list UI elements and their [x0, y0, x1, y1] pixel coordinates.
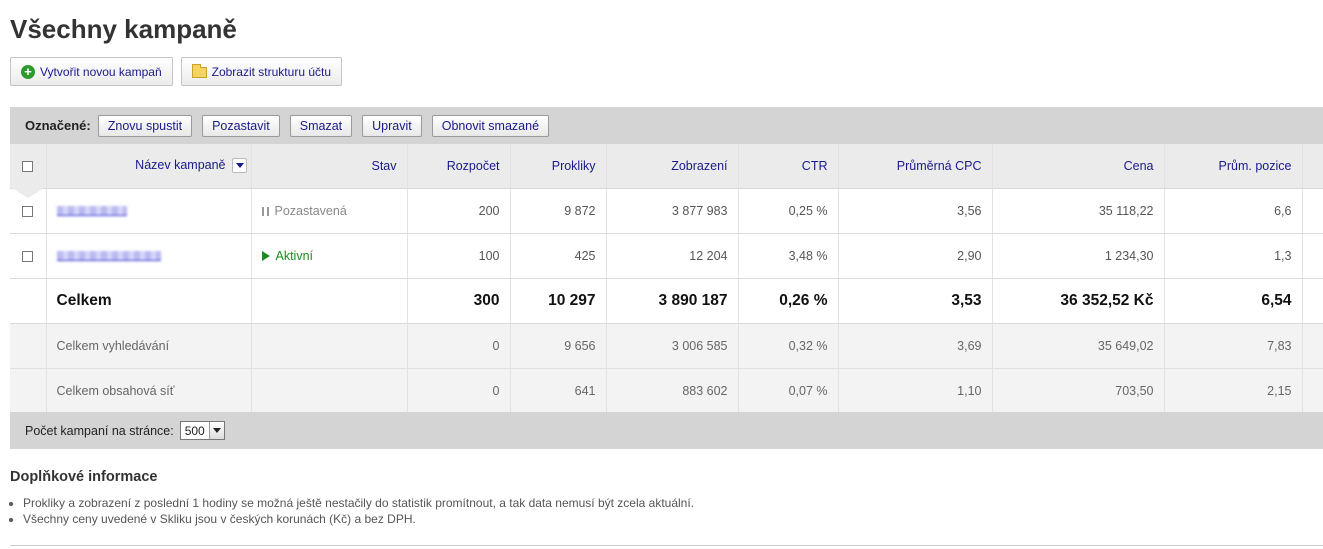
select-all-cell: [10, 144, 47, 198]
state-cell: Pozastavená: [251, 188, 408, 234]
row-checkbox[interactable]: [22, 250, 34, 262]
search-total-row: Celkem vyhledávání 0 9 656 3 006 585 0,3…: [10, 323, 1323, 369]
content-position: 2,15: [1164, 368, 1303, 414]
search-impressions: 3 006 585: [606, 323, 739, 369]
create-campaign-button[interactable]: + Vytvořit novou kampaň: [10, 57, 173, 86]
pause-icon: [261, 206, 269, 216]
selection-toolbar: Označené: Znovu spustit Pozastavit Smaza…: [10, 107, 1323, 144]
cpc-cell: 2,90: [838, 233, 993, 279]
info-title: Doplňkové informace: [10, 469, 158, 485]
col-state[interactable]: Stav: [251, 144, 408, 189]
search-cost: 35 649,02: [992, 323, 1165, 369]
campaign-link[interactable]: [56, 206, 127, 217]
cost-cell: 35 118,22: [992, 188, 1165, 234]
total-clicks: 10 297: [510, 278, 607, 324]
row-checkbox[interactable]: [22, 205, 34, 217]
content-budget: 0: [407, 368, 511, 414]
budget-cell: 200: [407, 188, 511, 234]
plus-circle-icon: +: [21, 64, 35, 79]
table-header: Název kampaně Stav Rozpočet Prokliky Zob…: [10, 144, 1323, 198]
delete-button[interactable]: Smazat: [289, 114, 353, 137]
edit-button[interactable]: Upravit: [362, 114, 422, 137]
cpc-cell: 3,56: [838, 188, 993, 234]
budget-cell: 100: [407, 233, 511, 279]
impressions-cell: 3 877 983: [606, 188, 739, 234]
header-end: [1302, 144, 1323, 189]
content-cpc: 1,10: [838, 368, 993, 414]
content-total-row: Celkem obsahová síť 0 641 883 602 0,07 %…: [10, 368, 1323, 414]
campaign-table: Název kampaně Stav Rozpočet Prokliky Zob…: [10, 144, 1323, 414]
total-cpc: 3,53: [838, 278, 993, 324]
row-select-cell: [10, 233, 47, 279]
search-position: 7,83: [1164, 323, 1303, 369]
col-ctr[interactable]: CTR: [738, 144, 839, 189]
col-cost[interactable]: Cena: [992, 144, 1165, 189]
col-impressions[interactable]: Zobrazení: [606, 144, 739, 189]
total-budget: 300: [407, 278, 511, 324]
restore-deleted-button[interactable]: Obnovit smazané: [431, 114, 550, 137]
campaign-name-cell: [46, 188, 252, 234]
chevron-down-icon[interactable]: [231, 158, 247, 174]
info-item: Všechny ceny uvedené v Skliku jsou v čes…: [23, 511, 694, 527]
col-name[interactable]: Název kampaně: [46, 144, 252, 189]
info-item: Prokliky a zobrazení z poslední 1 hodiny…: [23, 495, 694, 511]
divider: [10, 545, 1323, 546]
content-total-label: Celkem obsahová síť: [46, 368, 252, 414]
top-actions: + Vytvořit novou kampaň Zobrazit struktu…: [10, 57, 343, 86]
page-title: Všechny kampaně: [10, 14, 237, 44]
col-budget[interactable]: Rozpočet: [407, 144, 511, 189]
search-budget: 0: [407, 323, 511, 369]
restart-button[interactable]: Znovu spustit: [97, 114, 193, 137]
per-page-value: 500: [184, 423, 205, 438]
campaign-name-cell: [46, 233, 252, 279]
per-page-label: Počet kampaní na stránce:: [25, 423, 174, 438]
ctr-cell: 0,25 %: [738, 188, 839, 234]
impressions-cell: 12 204: [606, 233, 739, 279]
content-impressions: 883 602: [606, 368, 739, 414]
chevron-down-icon[interactable]: [208, 422, 224, 439]
select-all-checkbox[interactable]: [22, 160, 34, 172]
position-cell: 1,3: [1164, 233, 1303, 279]
search-clicks: 9 656: [510, 323, 607, 369]
total-impressions: 3 890 187: [606, 278, 739, 324]
selected-label: Označené:: [25, 118, 91, 133]
col-avg-position[interactable]: Prům. pozice: [1164, 144, 1303, 189]
folder-icon: [191, 64, 207, 78]
clicks-cell: 9 872: [510, 188, 607, 234]
content-ctr: 0,07 %: [738, 368, 839, 414]
total-position: 6,54: [1164, 278, 1303, 324]
position-cell: 6,6: [1164, 188, 1303, 234]
ctr-cell: 3,48 %: [738, 233, 839, 279]
col-avg-cpc[interactable]: Průměrná CPC: [838, 144, 993, 189]
table-row: Aktivní 100 425 12 204 3,48 % 2,90 1 234…: [10, 233, 1323, 279]
state-cell: Aktivní: [251, 233, 408, 279]
search-ctr: 0,32 %: [738, 323, 839, 369]
total-row: Celkem 300 10 297 3 890 187 0,26 % 3,53 …: [10, 278, 1323, 324]
per-page-select[interactable]: 500: [179, 421, 225, 440]
table-row: Pozastavená 200 9 872 3 877 983 0,25 % 3…: [10, 188, 1323, 234]
content-clicks: 641: [510, 368, 607, 414]
pause-button[interactable]: Pozastavit: [202, 114, 280, 137]
show-structure-label: Zobrazit strukturu účtu: [211, 64, 332, 79]
total-cost: 36 352,52 Kč: [992, 278, 1165, 324]
pagination-bar: Počet kampaní na stránce: 500: [10, 412, 1323, 449]
total-label: Celkem: [46, 278, 252, 324]
content-cost: 703,50: [992, 368, 1165, 414]
info-list: Prokliky a zobrazení z poslední 1 hodiny…: [10, 495, 694, 527]
cost-cell: 1 234,30: [992, 233, 1165, 279]
col-clicks[interactable]: Prokliky: [510, 144, 607, 189]
search-total-label: Celkem vyhledávání: [46, 323, 252, 369]
create-campaign-label: Vytvořit novou kampaň: [40, 64, 162, 79]
clicks-cell: 425: [510, 233, 607, 279]
show-structure-button[interactable]: Zobrazit strukturu účtu: [180, 57, 343, 86]
campaign-link[interactable]: [56, 251, 161, 262]
search-cpc: 3,69: [838, 323, 993, 369]
play-icon: [261, 251, 270, 262]
total-ctr: 0,26 %: [738, 278, 839, 324]
